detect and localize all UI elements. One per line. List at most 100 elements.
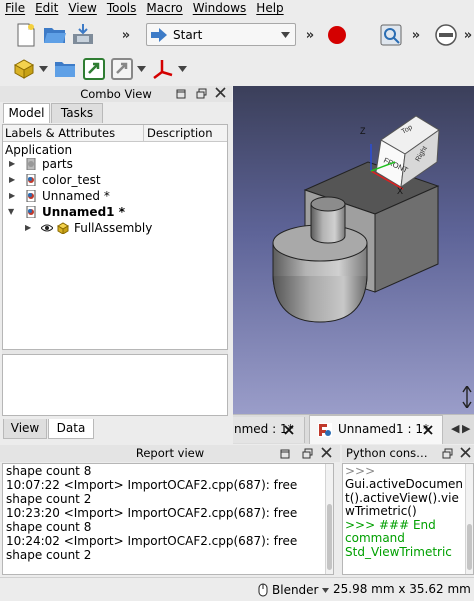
tree-item-label: parts [42,157,73,171]
float-pin-icon[interactable] [176,88,188,100]
python-console-title-text: Python cons… [346,446,428,460]
dimension-readout: 25.98 mm x 35.62 mm [333,582,471,596]
part-button[interactable] [12,57,36,81]
tab-model[interactable]: Model [3,103,50,123]
log-line: 10:24:02 <Import> ImportOCAF2.cpp(687): … [6,534,298,548]
expand-arrow-icon[interactable]: ▶ [25,220,31,236]
link-button[interactable] [82,57,106,81]
arrow-right-icon [151,27,167,42]
log-line: shape count 8 [6,464,92,478]
close-icon[interactable] [321,447,333,459]
tab-document-unnamed[interactable]: nmed : 1* [233,417,305,443]
stop-button[interactable] [433,22,459,48]
toolbar-row-2 [0,53,474,85]
3d-scene: Top FRONT Right Z X [272,115,440,323]
log-line: shape count 8 [6,520,92,534]
expand-arrow-icon[interactable]: ▶ [9,156,15,172]
report-view-log[interactable]: shape count 8 10:07:22 <Import> ImportOC… [2,463,334,575]
close-icon[interactable] [215,87,227,99]
link-gray-icon [111,58,133,80]
coordinate-system-button[interactable] [150,57,176,81]
close-icon[interactable] [460,447,472,459]
axes-icon [153,60,173,79]
part-dropdown[interactable] [38,63,48,75]
link-actions-dropdown[interactable] [136,63,146,75]
toolbar-overflow-button-4[interactable]: » [462,24,474,46]
navigation-style-selector[interactable]: Blender [258,581,329,599]
python-console-title: Python cons… [342,445,474,462]
log-line: 10:23:20 <Import> ImportOCAF2.cpp(687): … [6,506,298,520]
tab-document-label: Unnamed1 : 1* [338,422,429,436]
chevron-down-icon [177,66,187,72]
menu-file[interactable]: File [0,0,30,17]
freecad-icon [318,423,332,437]
toolbar-overflow-button-2[interactable]: » [302,24,318,46]
menu-edit[interactable]: Edit [30,0,63,17]
tree-item-color-test[interactable]: ▶ color_test [3,172,225,188]
3d-viewport[interactable]: Top FRONT Right Z X [233,86,474,414]
tab-document-unnamed1[interactable]: Unnamed1 : 1* [309,415,443,444]
menu-tools[interactable]: Tools [102,0,142,17]
property-editor[interactable] [2,354,228,416]
report-view-title-text: Report view [135,446,205,460]
column-description[interactable]: Description [147,125,213,142]
python-console[interactable]: >>> Gui.activeDocumen t().activeView().v… [342,463,474,575]
tree-item-unnamed[interactable]: ▶ Unnamed * [3,188,225,204]
close-icon[interactable] [284,425,294,435]
python-scrollbar[interactable] [465,464,473,574]
macro-record-button[interactable] [325,22,349,48]
column-labels-attributes[interactable]: Labels & Attributes [5,125,115,142]
menu-windows[interactable]: Windows [188,0,252,17]
macro-icon [380,24,402,46]
macro-execute-button[interactable] [378,22,404,48]
log-line: 10:07:22 <Import> ImportOCAF2.cpp(687): … [6,478,298,492]
menu-help[interactable]: Help [251,0,288,17]
tree-item-parts[interactable]: ▶ parts [3,156,225,172]
tab-tasks[interactable]: Tasks [51,103,103,123]
undock-icon[interactable] [302,448,314,460]
tree-item-fullassembly[interactable]: ▶ FullAssembly [3,220,225,236]
workbench-selector[interactable]: Start [146,23,296,46]
group-button[interactable] [53,57,77,81]
tab-data[interactable]: Data [48,419,94,439]
scrollbar-thumb[interactable] [467,524,472,570]
console-comment: Std_ViewTrimetric [345,545,452,559]
expand-arrow-icon[interactable]: ▶ [9,188,15,204]
collapse-arrow-icon[interactable]: ▼ [8,204,14,220]
toolbar-overflow-button[interactable]: » [118,24,134,46]
close-icon[interactable] [423,425,433,435]
expand-arrow-icon[interactable]: ▶ [9,172,15,188]
document-icon [26,206,36,218]
tree-item-label: FullAssembly [74,221,153,235]
nav-cube-menu-icon[interactable] [462,384,472,410]
model-tree[interactable]: Labels & Attributes Description Applicat… [2,124,228,350]
scroll-tabs-right-icon[interactable]: ▶ [462,422,470,435]
tree-item-label: Unnamed * [42,189,110,203]
navigation-cube[interactable]: Top FRONT Right [375,115,440,189]
eye-icon[interactable] [41,222,53,234]
document-icon [26,174,36,186]
float-pin-icon[interactable] [280,448,292,460]
combo-view-title-text: Combo View [80,87,152,101]
scrollbar-thumb[interactable] [327,504,332,570]
coordinate-system-dropdown[interactable] [177,63,187,75]
undock-icon[interactable] [442,448,454,460]
folder-icon [55,62,75,77]
chevron-down-icon [38,66,48,72]
new-document-button[interactable] [14,22,38,48]
toolbar-overflow-button-3[interactable]: » [408,24,424,46]
scroll-tabs-left-icon[interactable]: ◀ [451,422,459,435]
tree-item-unnamed1[interactable]: ▼ Unnamed1 * [3,204,225,220]
document-gray-icon [26,158,36,170]
link-actions-button[interactable] [110,57,134,81]
tree-item-label: Unnamed1 * [42,205,125,219]
new-document-icon [17,23,35,47]
report-scrollbar[interactable] [325,464,333,574]
open-button[interactable] [42,22,68,48]
tab-view[interactable]: View [3,419,47,439]
undock-icon[interactable] [196,88,208,100]
save-icon [73,24,93,44]
menu-view[interactable]: View [63,0,101,17]
menu-macro[interactable]: Macro [141,0,187,17]
save-button[interactable] [70,22,96,48]
